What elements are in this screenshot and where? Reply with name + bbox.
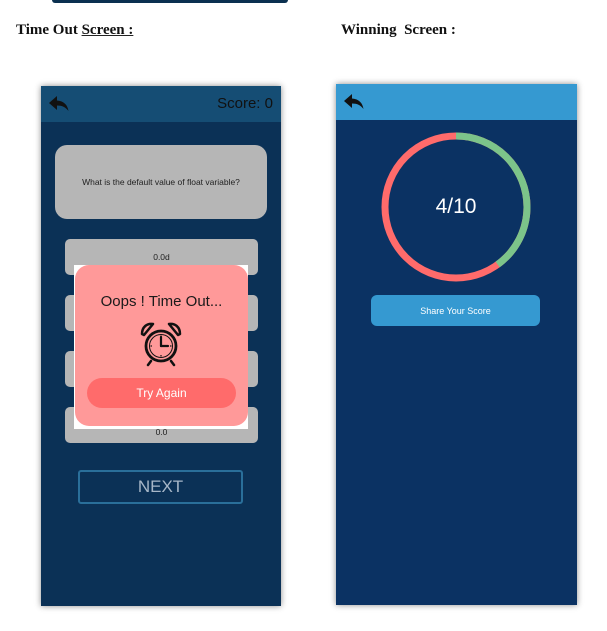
- timeout-popup: Oops ! Time Out... Try Again: [75, 265, 248, 426]
- alarm-clock-icon: [140, 322, 182, 367]
- share-score-button[interactable]: Share Your Score: [371, 295, 540, 326]
- back-arrow-icon[interactable]: [343, 93, 365, 111]
- app-bar: Score: 0: [41, 86, 281, 122]
- try-again-button[interactable]: Try Again: [87, 378, 236, 408]
- score-text: 4/10: [435, 195, 477, 218]
- question-card: What is the default value of float varia…: [55, 145, 267, 219]
- timeout-screen: Score: 0 What is the default value of fl…: [41, 86, 281, 606]
- score-label: Score: 0: [217, 95, 273, 112]
- popup-title: Oops ! Time Out...: [100, 293, 223, 310]
- winning-screen: 4/10 Share Your Score: [336, 84, 577, 605]
- timeout-screen-heading: Time Out Screen :: [16, 22, 133, 39]
- app-bar: [336, 84, 577, 120]
- timeout-heading-underlined: Screen :: [81, 22, 134, 38]
- next-button[interactable]: NEXT: [78, 470, 243, 504]
- back-arrow-icon[interactable]: [48, 95, 70, 113]
- top-edge-bar: [52, 0, 288, 3]
- winning-screen-heading: Winning Screen :: [341, 22, 456, 38]
- timeout-heading-text: Time Out: [16, 22, 82, 38]
